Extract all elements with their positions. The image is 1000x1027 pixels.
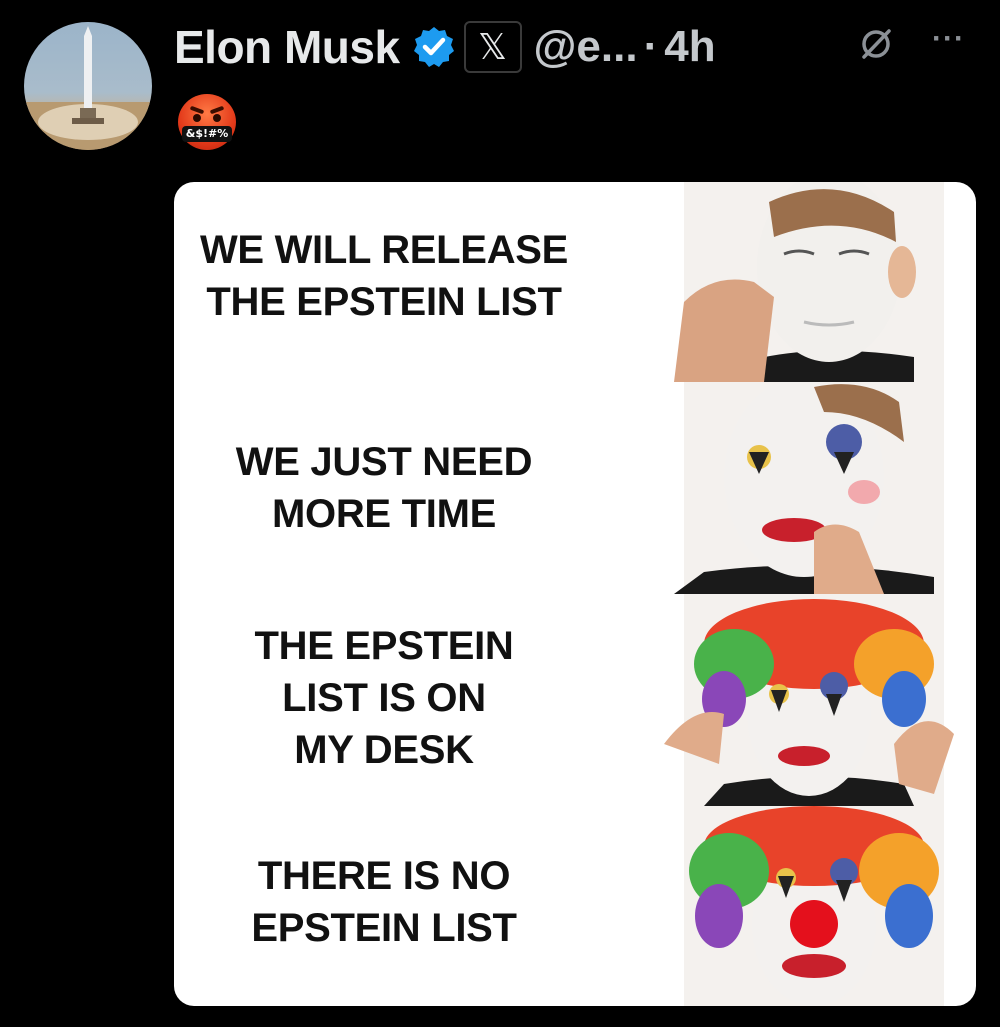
clown-face-stage-3 [664, 594, 954, 806]
author-avatar[interactable] [24, 22, 152, 150]
caption-line: LIST IS ON [282, 676, 486, 720]
verified-check-icon [413, 27, 454, 67]
caption-line: MY DESK [294, 728, 474, 772]
clown-face-stage-2 [674, 382, 944, 594]
emoji-eye-right [213, 114, 221, 122]
x-logo-icon[interactable]: 𝕏 [463, 21, 522, 73]
more-options-icon[interactable]: ··· [932, 22, 965, 56]
meta-separator: · [643, 22, 659, 71]
clown-face-stage-1 [674, 182, 944, 382]
meme-panel-1: WE WILL RELEASE THE EPSTEIN LIST [174, 182, 976, 382]
meme-panel-4: THERE IS NO EPSTEIN LIST [174, 806, 976, 1006]
rocket-launch-icon [24, 26, 152, 150]
post-media-image[interactable]: WE WILL RELEASE THE EPSTEIN LIST WE JUST… [174, 182, 976, 1006]
post-header: Elon Musk 𝕏 @e... · 4h [174, 14, 716, 80]
caption-line: WE JUST NEED [235, 440, 533, 484]
meme-panel-2: WE JUST NEED MORE TIME [174, 382, 976, 594]
meme-caption-1: WE WILL RELEASE THE EPSTEIN LIST [174, 224, 594, 328]
caption-line: EPSTEIN LIST [251, 906, 517, 950]
caption-line: WE WILL RELEASE [199, 228, 569, 272]
caption-line: THERE IS NO [257, 854, 511, 898]
meme-caption-2: WE JUST NEED MORE TIME [174, 436, 594, 540]
caption-line: THE EPSTEIN [254, 624, 514, 668]
clown-face-stage-4 [684, 806, 944, 1006]
grok-icon[interactable] [858, 26, 894, 62]
emoji-symbols: &$!#% [182, 126, 232, 142]
emoji-brow-left [189, 105, 205, 115]
author-handle[interactable]: @e... [534, 22, 638, 72]
meme-panel-3: THE EPSTEIN LIST IS ON MY DESK [174, 594, 976, 806]
emoji-eye-left [193, 114, 201, 122]
cursing-face-emoji: &$!#% [178, 94, 236, 150]
author-name[interactable]: Elon Musk [174, 20, 400, 74]
post-timestamp[interactable]: 4h [664, 22, 715, 72]
caption-line: MORE TIME [272, 492, 496, 536]
meme-caption-4: THERE IS NO EPSTEIN LIST [174, 850, 594, 954]
emoji-brow-right [209, 105, 225, 115]
meme-caption-3: THE EPSTEIN LIST IS ON MY DESK [174, 620, 594, 776]
caption-line: THE EPSTEIN LIST [206, 280, 562, 324]
